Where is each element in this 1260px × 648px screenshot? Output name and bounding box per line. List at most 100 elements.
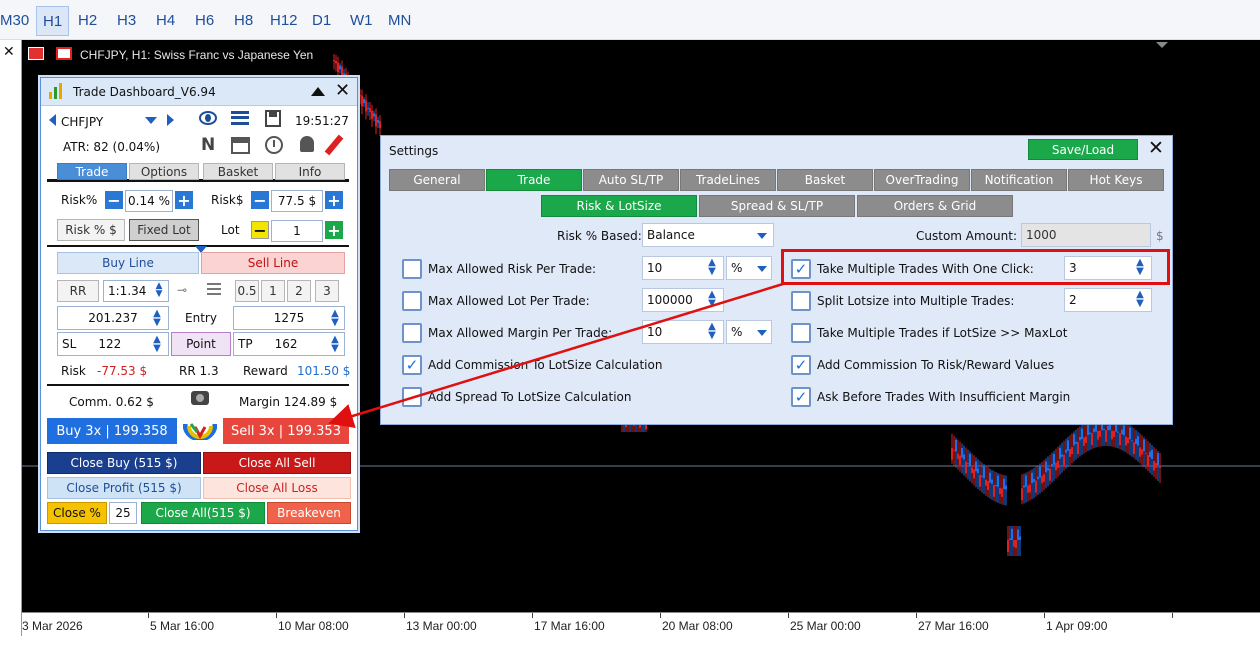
lot-input[interactable]: 1 bbox=[271, 220, 323, 242]
quantity-button[interactable]: 3 bbox=[315, 280, 339, 302]
close-pct-input[interactable]: 25 bbox=[109, 502, 137, 524]
rr-button[interactable]: RR bbox=[57, 280, 99, 302]
timeframe-h2[interactable]: H2 bbox=[78, 12, 97, 29]
settings-tab-trade[interactable]: Trade bbox=[486, 169, 582, 191]
close-icon[interactable]: ✕ bbox=[1148, 137, 1164, 159]
close-all-sell-button[interactable]: Close All Sell bbox=[203, 452, 351, 474]
color-wheel-icon[interactable] bbox=[182, 420, 218, 442]
timeframe-mn[interactable]: MN bbox=[388, 12, 411, 29]
fixed-lot-button[interactable]: Fixed Lot bbox=[129, 219, 199, 241]
timeframe-h6[interactable]: H6 bbox=[195, 12, 214, 29]
spinner-icon[interactable]: ▲ ▼ bbox=[706, 258, 718, 277]
settings-subtab[interactable]: Orders & Grid bbox=[857, 195, 1013, 217]
risk-mode-button[interactable]: Risk % $ bbox=[57, 219, 125, 241]
pin-icon[interactable]: ⊸ bbox=[177, 283, 187, 297]
breakeven-button[interactable]: Breakeven bbox=[267, 502, 351, 524]
eye-icon[interactable] bbox=[199, 111, 217, 125]
menu-icon[interactable] bbox=[231, 111, 249, 125]
camera-icon[interactable] bbox=[191, 391, 209, 405]
risk-usd-input[interactable]: 77.5 $ bbox=[271, 190, 323, 212]
spinner-icon[interactable]: ▲ ▼ bbox=[706, 290, 718, 309]
buy-button[interactable]: Buy 3x | 199.358 bbox=[47, 418, 177, 444]
entry-spinner-icon[interactable]: ▲ ▼ bbox=[151, 309, 163, 328]
spinner-icon[interactable]: ▲ ▼ bbox=[1134, 290, 1146, 309]
option-checkbox[interactable]: ✓ bbox=[791, 355, 811, 375]
dashboard-header[interactable]: Trade Dashboard_V6.94 ✕ bbox=[41, 78, 357, 106]
sl-spinner-icon[interactable]: ▲ ▼ bbox=[151, 335, 163, 354]
timeframe-w1[interactable]: W1 bbox=[350, 12, 373, 29]
timeframe-h1[interactable]: H1 bbox=[36, 6, 70, 36]
sell-button[interactable]: Sell 3x | 199.353 bbox=[223, 418, 349, 444]
tab-info[interactable]: Info bbox=[275, 163, 345, 180]
quantity-button[interactable]: 1 bbox=[261, 280, 285, 302]
option-unit-select[interactable]: % bbox=[726, 256, 772, 280]
tp-spinner-icon[interactable]: ▲ ▼ bbox=[329, 335, 341, 354]
settings-subtab[interactable]: Spread & SL/TP bbox=[699, 195, 855, 217]
option-checkbox[interactable] bbox=[402, 323, 422, 343]
tab-options[interactable]: Options bbox=[129, 163, 199, 180]
timeframe-h8[interactable]: H8 bbox=[234, 12, 253, 29]
next-symbol-icon[interactable] bbox=[167, 114, 174, 126]
wrench-icon[interactable] bbox=[324, 134, 344, 156]
option-checkbox[interactable] bbox=[791, 291, 811, 311]
timeframe-h4[interactable]: H4 bbox=[156, 12, 175, 29]
option-checkbox[interactable] bbox=[791, 323, 811, 343]
option-checkbox[interactable] bbox=[402, 387, 422, 407]
settings-tab-hot-keys[interactable]: Hot Keys bbox=[1068, 169, 1164, 191]
quantity-button[interactable]: 2 bbox=[287, 280, 311, 302]
settings-tab-tradelines[interactable]: TradeLines bbox=[680, 169, 776, 191]
lot-minus-button[interactable]: − bbox=[251, 221, 269, 240]
quantity-button[interactable]: 0.5 bbox=[235, 280, 259, 302]
symbol-dropdown-icon[interactable] bbox=[145, 117, 157, 124]
spinner-icon[interactable]: ▲ ▼ bbox=[706, 322, 718, 341]
timer-icon[interactable] bbox=[265, 136, 283, 154]
close-buy-button[interactable]: Close Buy (515 $) bbox=[47, 452, 201, 474]
settings-tab-overtrading[interactable]: OverTrading bbox=[874, 169, 970, 191]
lines-icon[interactable] bbox=[207, 283, 221, 295]
save-icon[interactable] bbox=[265, 110, 281, 127]
close-icon[interactable]: ✕ bbox=[3, 44, 15, 60]
calendar-icon[interactable] bbox=[231, 137, 250, 154]
settings-tab-notification[interactable]: Notification bbox=[971, 169, 1067, 191]
close-pct-button[interactable]: Close % bbox=[47, 502, 107, 524]
tab-trade[interactable]: Trade bbox=[57, 163, 127, 180]
tab-basket[interactable]: Basket bbox=[203, 163, 273, 180]
risk-based-select[interactable]: Balance bbox=[642, 223, 774, 247]
news-icon[interactable]: N bbox=[201, 135, 215, 155]
option-unit-select[interactable]: % bbox=[726, 320, 772, 344]
risk-usd-minus-button[interactable]: − bbox=[251, 191, 269, 210]
sell-line-button[interactable]: Sell Line bbox=[201, 252, 345, 274]
rr-spinner-icon[interactable]: ▲ ▼ bbox=[153, 282, 165, 299]
bell-icon[interactable] bbox=[300, 136, 314, 152]
lot-plus-button[interactable]: + bbox=[325, 221, 343, 240]
close-all-loss-button[interactable]: Close All Loss bbox=[203, 477, 351, 499]
chart-shift-marker[interactable] bbox=[1156, 42, 1168, 48]
option-checkbox[interactable] bbox=[402, 291, 422, 311]
option-checkbox[interactable]: ✓ bbox=[791, 387, 811, 407]
buy-line-button[interactable]: Buy Line bbox=[57, 252, 199, 274]
close-icon[interactable]: ✕ bbox=[335, 80, 350, 101]
settings-tab-general[interactable]: General bbox=[389, 169, 485, 191]
point-button[interactable]: Point bbox=[171, 332, 231, 356]
option-checkbox[interactable] bbox=[402, 259, 422, 279]
timeframe-h12[interactable]: H12 bbox=[270, 12, 298, 29]
settings-header[interactable]: Settings Save/Load ✕ bbox=[381, 136, 1172, 162]
custom-amount-input[interactable]: 1000 bbox=[1021, 223, 1151, 247]
close-profit-button[interactable]: Close Profit (515 $) bbox=[47, 477, 201, 499]
entry-points-spinner-icon[interactable]: ▲ ▼ bbox=[329, 309, 341, 328]
timeframe-d1[interactable]: D1 bbox=[312, 12, 331, 29]
risk-pct-minus-button[interactable]: − bbox=[105, 191, 123, 210]
prev-symbol-icon[interactable] bbox=[49, 114, 56, 126]
risk-pct-input[interactable]: 0.14 % bbox=[125, 190, 173, 212]
settings-subtab[interactable]: Risk & LotSize bbox=[541, 195, 697, 217]
settings-tab-auto-sl-tp[interactable]: Auto SL/TP bbox=[583, 169, 679, 191]
option-checkbox[interactable]: ✓ bbox=[402, 355, 422, 375]
save-load-button[interactable]: Save/Load bbox=[1028, 139, 1138, 160]
timeframe-h3[interactable]: H3 bbox=[117, 12, 136, 29]
collapse-icon[interactable] bbox=[311, 87, 325, 96]
risk-pct-plus-button[interactable]: + bbox=[175, 191, 193, 210]
settings-tab-basket[interactable]: Basket bbox=[777, 169, 873, 191]
close-all-button[interactable]: Close All(515 $) bbox=[141, 502, 265, 524]
risk-usd-plus-button[interactable]: + bbox=[325, 191, 343, 210]
timeframe-m30[interactable]: M30 bbox=[0, 12, 29, 29]
